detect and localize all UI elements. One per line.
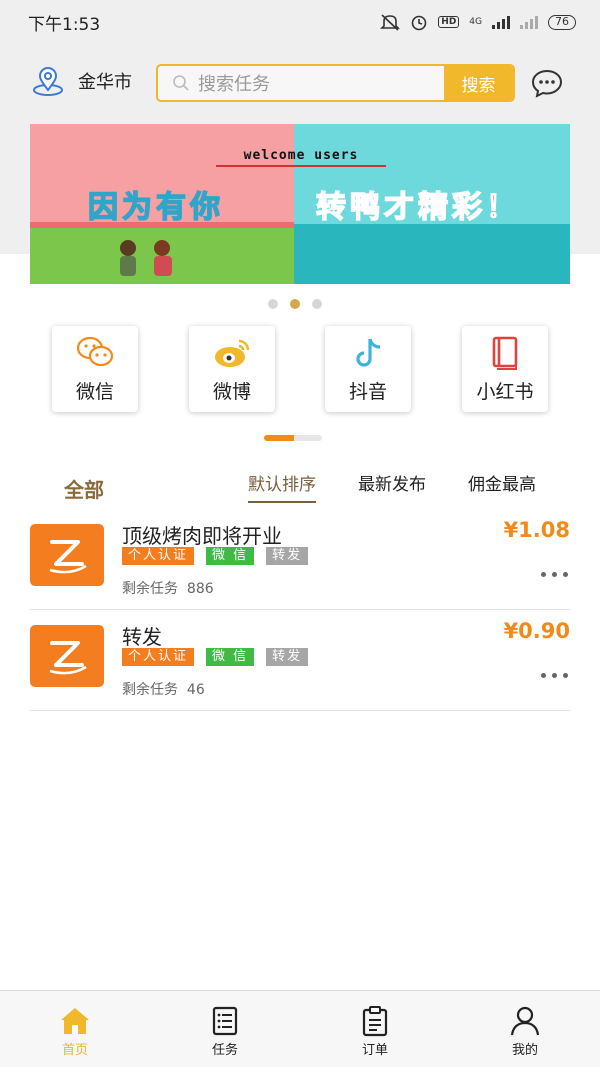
message-icon[interactable] bbox=[530, 68, 564, 98]
tab-label: 订单 bbox=[361, 1043, 388, 1058]
weibo-icon bbox=[215, 339, 250, 367]
location-pin-icon bbox=[33, 67, 63, 96]
promo-banner[interactable]: 因为有你 转鸭才精彩！ welcome users bbox=[30, 124, 570, 284]
task-tags: 个人认证 微 信 转发 bbox=[122, 648, 309, 666]
status-time: 下午1:53 bbox=[28, 14, 101, 35]
zhuanya-logo-icon bbox=[49, 540, 87, 574]
zhuanya-logo-icon bbox=[49, 641, 87, 675]
home-icon bbox=[61, 1008, 89, 1034]
status-icons: HD 4G 76 bbox=[380, 13, 576, 31]
tab-highest-commission[interactable]: 佣金最高 bbox=[468, 470, 536, 495]
tab-orders[interactable]: 订单 bbox=[335, 1005, 415, 1058]
platform-weibo[interactable]: 微博 bbox=[189, 326, 275, 412]
pagination-dot[interactable] bbox=[312, 299, 322, 309]
platform-douyin[interactable]: 抖音 bbox=[325, 326, 411, 412]
platform-xiaohongshu[interactable]: 小红书 bbox=[462, 326, 548, 412]
task-list-icon bbox=[212, 1006, 238, 1036]
more-options-icon[interactable] bbox=[541, 572, 568, 577]
remaining-label: 剩余任务 bbox=[122, 682, 178, 698]
task-thumbnail bbox=[30, 625, 104, 687]
platform-label: 抖音 bbox=[348, 380, 387, 403]
task-item[interactable]: 顶级烤肉即将开业 个人认证 微 信 转发 剩余任务 886 ¥1.08 bbox=[30, 510, 570, 610]
more-options-icon[interactable] bbox=[541, 673, 568, 678]
banner-slogan-left: 因为有你 bbox=[87, 189, 224, 226]
task-price: ¥1.08 bbox=[503, 518, 570, 542]
search-button[interactable]: 搜索 bbox=[444, 66, 513, 100]
wechat-icon bbox=[76, 336, 114, 366]
signal-icon bbox=[492, 15, 510, 29]
tab-newest[interactable]: 最新发布 bbox=[358, 470, 426, 495]
tab-profile[interactable]: 我的 bbox=[485, 1005, 565, 1058]
alarm-icon bbox=[411, 15, 427, 31]
tab-label: 我的 bbox=[511, 1043, 538, 1058]
tag-type: 转发 bbox=[266, 648, 309, 666]
banner-welcome-text: welcome users bbox=[216, 148, 386, 167]
platform-wechat[interactable]: 微信 bbox=[52, 326, 138, 412]
pagination-dot-active[interactable] bbox=[290, 299, 300, 309]
hd-indicator: HD bbox=[438, 16, 460, 28]
network-type: 4G bbox=[469, 17, 482, 27]
banner-pagination bbox=[268, 299, 322, 309]
banner-skyline bbox=[294, 224, 570, 284]
mute-icon bbox=[380, 14, 401, 31]
banner-slogan-right: 转鸭才精彩！ bbox=[315, 189, 520, 226]
pagination-dot[interactable] bbox=[268, 299, 278, 309]
task-remaining: 剩余任务 886 bbox=[122, 578, 214, 598]
remaining-count: 886 bbox=[186, 581, 214, 597]
profile-icon bbox=[510, 1006, 540, 1036]
task-tags: 个人认证 微 信 转发 bbox=[122, 547, 309, 565]
task-filter: 全部 默认排序 最新发布 佣金最高 bbox=[0, 462, 600, 503]
search-bar: 搜索任务 搜索 bbox=[156, 64, 515, 102]
task-item[interactable]: 转发 个人认证 微 信 转发 剩余任务 46 ¥0.90 bbox=[30, 611, 570, 711]
status-bar: 下午1:53 HD 4G 76 bbox=[0, 0, 600, 44]
order-icon bbox=[362, 1006, 388, 1037]
couple-illustration bbox=[120, 240, 172, 276]
city-label: 金华市 bbox=[78, 72, 132, 93]
filter-all[interactable]: 全部 bbox=[64, 474, 104, 503]
tag-platform: 微 信 bbox=[206, 547, 255, 565]
tab-label: 任务 bbox=[211, 1043, 238, 1058]
battery-icon: 76 bbox=[548, 14, 576, 30]
task-thumbnail bbox=[30, 524, 104, 586]
remaining-count: 46 bbox=[186, 682, 205, 698]
douyin-icon bbox=[356, 338, 381, 367]
platform-label: 小红书 bbox=[476, 380, 534, 403]
search-input[interactable]: 搜索任务 bbox=[158, 66, 444, 100]
search-icon bbox=[173, 75, 189, 91]
tab-default-sort[interactable]: 默认排序 bbox=[248, 470, 316, 503]
tag-verified: 个人认证 bbox=[122, 547, 195, 565]
task-remaining: 剩余任务 46 bbox=[122, 679, 205, 699]
remaining-label: 剩余任务 bbox=[122, 581, 178, 597]
platform-label: 微博 bbox=[212, 380, 251, 403]
tag-verified: 个人认证 bbox=[122, 648, 195, 666]
task-title: 顶级烤肉即将开业 bbox=[122, 524, 282, 548]
xiaohongshu-icon bbox=[492, 336, 518, 370]
tab-tasks[interactable]: 任务 bbox=[185, 1005, 265, 1058]
header: 金华市 搜索任务 搜索 bbox=[0, 58, 600, 106]
search-placeholder: 搜索任务 bbox=[198, 74, 270, 95]
tag-type: 转发 bbox=[266, 547, 309, 565]
location-selector[interactable]: 金华市 bbox=[32, 66, 132, 96]
bottom-tab-bar: 首页 任务 订单 我的 bbox=[0, 990, 600, 1067]
task-price: ¥0.90 bbox=[503, 619, 570, 643]
tab-home[interactable]: 首页 bbox=[35, 1005, 115, 1058]
platform-shortcuts: 微信 微博 抖音 小红书 bbox=[0, 326, 600, 412]
tab-label: 首页 bbox=[61, 1043, 88, 1058]
shortcut-scroll-indicator bbox=[264, 435, 322, 441]
platform-label: 微信 bbox=[75, 380, 114, 403]
signal-weak-icon bbox=[520, 15, 538, 29]
task-title: 转发 bbox=[122, 625, 162, 649]
tag-platform: 微 信 bbox=[206, 648, 255, 666]
